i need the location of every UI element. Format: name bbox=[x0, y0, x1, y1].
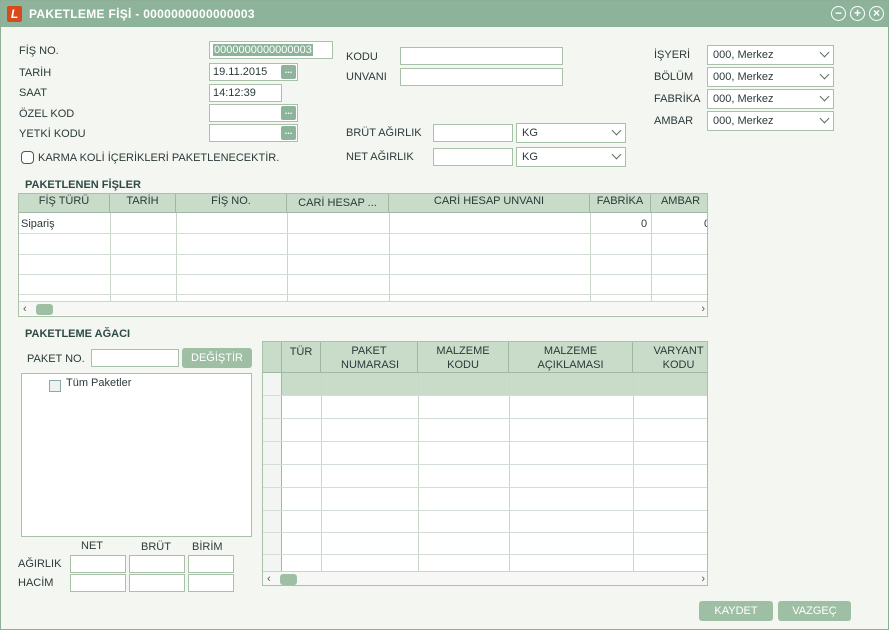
vazgec-button[interactable]: VAZGEÇ bbox=[778, 601, 851, 621]
selected-row[interactable] bbox=[282, 373, 707, 395]
karma-koli-checkbox[interactable] bbox=[21, 151, 34, 164]
tarih-label: TARİH bbox=[19, 67, 52, 79]
column-header[interactable]: TARİH bbox=[110, 194, 176, 212]
hacim-net-field[interactable] bbox=[70, 574, 126, 592]
window-title: PAKETLEME FİŞİ - 0000000000000003 bbox=[29, 7, 255, 21]
net-agirlik-field[interactable] bbox=[433, 148, 513, 166]
column-header[interactable]: TÜR bbox=[282, 342, 321, 372]
scroll-right-icon[interactable]: › bbox=[701, 572, 705, 585]
fabrika-select[interactable]: 000, Merkez bbox=[707, 89, 834, 109]
folder-tree-icon bbox=[49, 380, 61, 392]
hacim-label: HACİM bbox=[18, 577, 54, 589]
paket-no-field[interactable] bbox=[91, 349, 179, 367]
column-header[interactable]: CARİ HESAP UNVANI bbox=[389, 194, 590, 212]
ambar-label: AMBAR bbox=[654, 115, 694, 127]
yetki-kodu-picker-button[interactable]: ... bbox=[281, 126, 296, 140]
column-header[interactable]: VARYANT KODU bbox=[633, 342, 707, 372]
paket-no-label: PAKET NO. bbox=[27, 353, 85, 365]
agirlik-label: AĞIRLIK bbox=[18, 558, 62, 570]
fabrika-label: FABRİKA bbox=[654, 93, 701, 105]
scroll-left-icon[interactable]: ‹ bbox=[23, 302, 27, 316]
ozel-kod-label: ÖZEL KOD bbox=[19, 108, 75, 120]
net-unit-select[interactable]: KG bbox=[516, 147, 626, 167]
agirlik-net-field[interactable] bbox=[70, 555, 126, 573]
yetki-kodu-label: YETKİ KODU bbox=[19, 128, 86, 140]
app-logo-icon: L bbox=[7, 6, 22, 22]
net-agirlik-label: NET AĞIRLIK bbox=[346, 151, 414, 163]
ambar-cell: 0 bbox=[704, 218, 707, 230]
brut-agirlik-label: BRÜT AĞIRLIK bbox=[346, 127, 422, 139]
isyeri-select[interactable]: 000, Merkez bbox=[707, 45, 834, 65]
brut-agirlik-field[interactable] bbox=[433, 124, 513, 142]
paket-detay-grid[interactable]: TÜR PAKET NUMARASI MALZEME KODU MALZEME … bbox=[262, 341, 708, 586]
karma-koli-label: KARMA KOLİ İÇERİKLERİ PAKETLENECEKTİR. bbox=[38, 152, 280, 164]
chevron-down-icon bbox=[611, 149, 622, 160]
maximize-icon[interactable]: + bbox=[850, 6, 865, 21]
bolum-select[interactable]: 000, Merkez bbox=[707, 67, 834, 87]
hacim-birim-field[interactable] bbox=[188, 574, 234, 592]
column-header[interactable]: CARİ HESAP ... bbox=[287, 194, 389, 212]
unvani-label: UNVANI bbox=[346, 71, 387, 83]
unvani-field[interactable] bbox=[400, 68, 563, 86]
tarih-picker-button[interactable]: ... bbox=[281, 65, 296, 79]
ambar-select[interactable]: 000, Merkez bbox=[707, 111, 834, 131]
hacim-brut-field[interactable] bbox=[129, 574, 185, 592]
chevron-down-icon bbox=[819, 69, 830, 80]
kodu-field[interactable] bbox=[400, 47, 563, 65]
paketleme-fisi-window: L PAKETLEME FİŞİ - 0000000000000003 − + … bbox=[0, 0, 889, 630]
bolum-label: BÖLÜM bbox=[654, 71, 694, 83]
chevron-down-icon bbox=[819, 91, 830, 102]
paketlenen-fisler-title: PAKETLENEN FİŞLER bbox=[25, 179, 141, 191]
title-bar: L PAKETLEME FİŞİ - 0000000000000003 − + … bbox=[1, 1, 888, 27]
row-selector-header bbox=[263, 342, 282, 372]
close-icon[interactable]: × bbox=[869, 6, 884, 21]
chevron-down-icon bbox=[819, 47, 830, 58]
scroll-thumb[interactable] bbox=[36, 304, 53, 315]
grid-header: TÜR PAKET NUMARASI MALZEME KODU MALZEME … bbox=[263, 342, 707, 373]
isyeri-label: İŞYERİ bbox=[654, 49, 691, 61]
column-header[interactable]: FİŞ NO. bbox=[176, 194, 287, 212]
scroll-left-icon[interactable]: ‹ bbox=[267, 572, 271, 585]
chevron-down-icon bbox=[819, 113, 830, 124]
minimize-icon[interactable]: − bbox=[831, 6, 846, 21]
paketlenen-fisler-grid[interactable]: FİŞ TÜRÜ TARİH FİŞ NO. CARİ HESAP ... CA… bbox=[18, 193, 708, 317]
kodu-label: KODU bbox=[346, 51, 378, 63]
birim-column-label: BİRİM bbox=[192, 541, 223, 553]
ozel-kod-picker-button[interactable]: ... bbox=[281, 106, 296, 120]
paket-tree[interactable]: Tüm Paketler bbox=[21, 373, 252, 537]
column-header[interactable]: AMBAR bbox=[651, 194, 707, 212]
column-header[interactable]: FİŞ TÜRÜ bbox=[19, 194, 110, 212]
row-selector-column[interactable] bbox=[263, 373, 282, 571]
column-header[interactable]: PAKET NUMARASI bbox=[321, 342, 418, 372]
chevron-down-icon bbox=[611, 125, 622, 136]
scroll-right-icon[interactable]: › bbox=[701, 302, 705, 316]
brut-unit-select[interactable]: KG bbox=[516, 123, 626, 143]
horizontal-scrollbar[interactable]: ‹ › bbox=[19, 301, 707, 316]
column-header[interactable]: MALZEME AÇIKLAMASI bbox=[509, 342, 633, 372]
fis-no-field[interactable]: 0000000000000003 bbox=[209, 41, 333, 59]
saat-label: SAAT bbox=[19, 87, 47, 99]
horizontal-scrollbar[interactable]: ‹ › bbox=[263, 571, 707, 585]
fis-turu-cell: Sipariş bbox=[21, 218, 55, 230]
column-header[interactable]: FABRİKA bbox=[590, 194, 651, 212]
paketleme-agaci-title: PAKETLEME AĞACI bbox=[25, 328, 131, 340]
net-column-label: NET bbox=[81, 540, 103, 552]
saat-field[interactable]: 14:12:39 bbox=[209, 84, 282, 102]
grid-header: FİŞ TÜRÜ TARİH FİŞ NO. CARİ HESAP ... CA… bbox=[19, 194, 707, 213]
kaydet-button[interactable]: KAYDET bbox=[699, 601, 773, 621]
agirlik-birim-field[interactable] bbox=[188, 555, 234, 573]
fis-no-label: FİŞ NO. bbox=[19, 45, 59, 57]
fabrika-cell: 0 bbox=[641, 218, 648, 230]
degistir-button[interactable]: DEĞİŞTİR bbox=[182, 348, 252, 368]
column-header[interactable]: MALZEME KODU bbox=[418, 342, 509, 372]
scroll-thumb[interactable] bbox=[280, 574, 297, 585]
tree-node-tum-paketler[interactable]: Tüm Paketler bbox=[66, 377, 131, 389]
brut-column-label: BRÜT bbox=[141, 541, 171, 553]
agirlik-brut-field[interactable] bbox=[129, 555, 185, 573]
